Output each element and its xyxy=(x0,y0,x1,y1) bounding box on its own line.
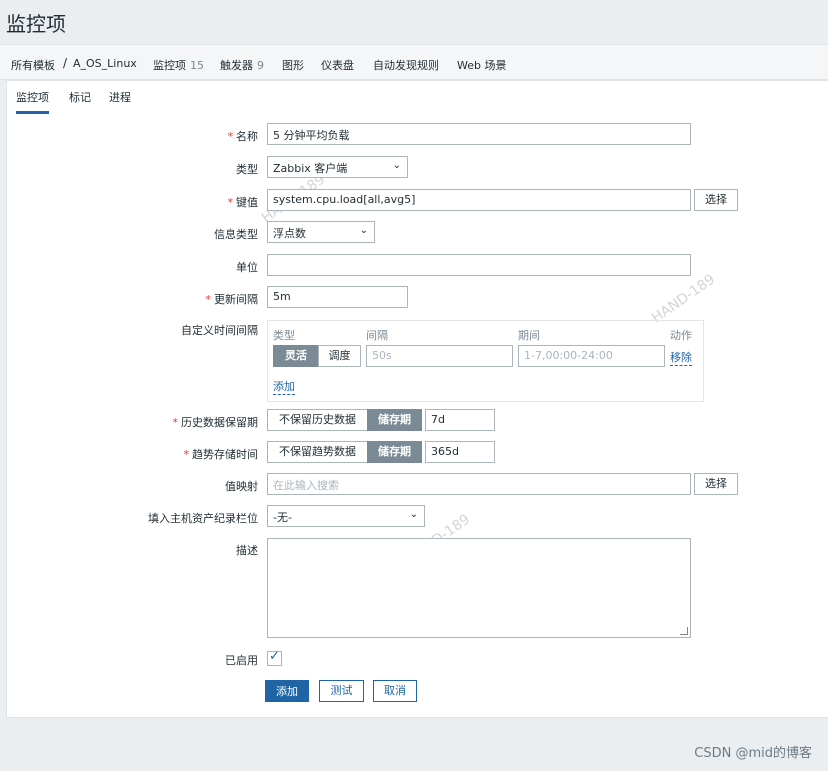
description-label: 描述 xyxy=(236,544,258,557)
footer-credit: CSDN @mid的博客 xyxy=(694,746,812,761)
name-input[interactable]: 5 分钟平均负载 xyxy=(267,123,691,145)
interval-type-scheduling-button[interactable]: 调度 xyxy=(318,345,361,367)
chevron-down-icon: ⌄ xyxy=(409,509,418,520)
valuemap-select-button[interactable]: 选择 xyxy=(694,473,738,495)
trends-input[interactable]: 365d xyxy=(425,441,495,463)
units-input[interactable] xyxy=(267,254,691,276)
breadcrumb-items[interactable]: 监控项 15 xyxy=(153,57,204,73)
add-interval-link[interactable]: 添加 xyxy=(273,378,295,395)
column-header-type: 类型 xyxy=(273,329,295,342)
key-select-button[interactable]: 选择 xyxy=(694,189,738,211)
enabled-checkbox[interactable]: ✓ xyxy=(267,649,282,666)
chevron-down-icon: ⌄ xyxy=(359,225,368,236)
inventory-label: 填入主机资产纪录栏位 xyxy=(148,512,258,525)
breadcrumb-triggers[interactable]: 触发器 9 xyxy=(220,57,264,73)
history-label: * 历史数据保留期 xyxy=(172,416,259,429)
info-type-label: 信息类型 xyxy=(214,228,258,241)
interval-type-flexible-button[interactable]: 灵活 xyxy=(273,345,319,367)
custom-intervals-label: 自定义时间间隔 xyxy=(181,324,258,337)
name-label: * 名称 xyxy=(227,130,259,143)
info-type-select[interactable]: 浮点数 ⌄ xyxy=(267,221,375,243)
breadcrumb-dashboards[interactable]: 仪表盘 xyxy=(321,57,354,73)
enabled-label: 已启用 xyxy=(225,654,258,667)
trends-storage-period-button[interactable]: 储存期 xyxy=(367,441,422,463)
breadcrumb-web-scenarios[interactable]: Web 场景 xyxy=(457,57,506,73)
remove-interval-link[interactable]: 移除 xyxy=(670,349,692,366)
history-input[interactable]: 7d xyxy=(425,409,495,431)
breadcrumb-separator: / xyxy=(63,56,68,70)
breadcrumb-discovery-rules[interactable]: 自动发现规则 xyxy=(373,57,439,73)
test-button[interactable]: 测试 xyxy=(319,680,364,702)
type-select[interactable]: Zabbix 客户端 ⌄ xyxy=(267,156,408,178)
breadcrumb-all-templates[interactable]: 所有模板 xyxy=(11,57,55,73)
valuemap-label: 值映射 xyxy=(225,480,258,493)
type-label: 类型 xyxy=(236,163,258,176)
tab-bar: 监控项 标记 进程 xyxy=(7,81,828,114)
custom-intervals-table: 类型 间隔 期间 动作 灵活 调度 50s 1-7,00:00-24:00 移除… xyxy=(267,320,704,402)
interval-input[interactable]: 50s xyxy=(366,345,513,367)
checkmark-icon: ✓ xyxy=(269,649,280,664)
breadcrumb: 所有模板 / A_OS_Linux 监控项 15 触发器 9 图形 仪表盘 自动发现… xyxy=(0,44,828,80)
column-header-action: 动作 xyxy=(670,329,692,342)
chevron-down-icon: ⌄ xyxy=(392,160,401,171)
trends-label: * 趋势存储时间 xyxy=(183,448,259,461)
period-input[interactable]: 1-7,00:00-24:00 xyxy=(518,345,665,367)
inventory-select[interactable]: -无- ⌄ xyxy=(267,505,425,527)
breadcrumb-graphs[interactable]: 图形 xyxy=(282,57,304,73)
tab-tags[interactable]: 标记 xyxy=(69,89,91,105)
column-header-period: 期间 xyxy=(518,329,540,342)
watermark: HAND-189 xyxy=(649,271,719,327)
key-input[interactable]: system.cpu.load[all,avg5] xyxy=(267,189,691,211)
cancel-button[interactable]: 取消 xyxy=(373,680,417,702)
update-interval-input[interactable]: 5m xyxy=(267,286,408,308)
update-interval-label: * 更新间隔 xyxy=(205,293,259,306)
column-header-interval: 间隔 xyxy=(366,329,388,342)
description-textarea[interactable] xyxy=(267,538,691,638)
units-label: 单位 xyxy=(236,261,258,274)
breadcrumb-template-name[interactable]: A_OS_Linux xyxy=(73,57,137,70)
page-title: 监控项 xyxy=(6,12,66,36)
trends-do-not-keep-button[interactable]: 不保留趋势数据 xyxy=(267,441,368,463)
resize-handle-icon[interactable] xyxy=(680,627,688,635)
form-panel: 监控项 标记 进程 HAND-189 HAND-189 HAND-189 *名称… xyxy=(6,80,828,718)
tab-item[interactable]: 监控项 xyxy=(16,89,49,114)
valuemap-input[interactable]: 在此输入搜索 xyxy=(267,473,691,495)
history-do-not-keep-button[interactable]: 不保留历史数据 xyxy=(267,409,368,431)
tab-preprocessing[interactable]: 进程 xyxy=(109,89,131,105)
history-storage-period-button[interactable]: 储存期 xyxy=(367,409,422,431)
add-button[interactable]: 添加 xyxy=(265,680,309,702)
key-label: * 键值 xyxy=(227,196,259,209)
